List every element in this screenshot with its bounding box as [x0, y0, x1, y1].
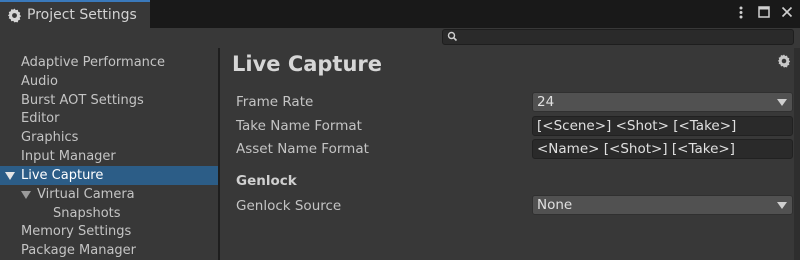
- sidebar-item-label: Adaptive Performance: [21, 55, 166, 70]
- sidebar-item-label: Virtual Camera: [37, 187, 135, 202]
- sidebar-item-burst-aot-settings[interactable]: Burst AOT Settings: [0, 91, 218, 110]
- sidebar-item-label: Input Manager: [21, 149, 116, 164]
- sidebar-item-adaptive-performance[interactable]: Adaptive Performance: [0, 53, 218, 72]
- asset-name-format-value: <Name> [<Shot>] [<Take>]: [537, 141, 735, 157]
- sidebar-item-snapshots[interactable]: Snapshots: [0, 204, 218, 223]
- frame-rate-dropdown[interactable]: 24: [532, 92, 793, 112]
- settings-panel: Live Capture Frame Rate 24 Take Name For…: [220, 48, 800, 260]
- maximize-icon[interactable]: [757, 5, 771, 19]
- settings-gear-icon[interactable]: [777, 54, 791, 68]
- frame-rate-label: Frame Rate: [236, 94, 314, 110]
- toolbar: [0, 28, 800, 48]
- search-icon: [447, 31, 458, 42]
- sidebar-item-label: Editor: [21, 111, 60, 126]
- sidebar-item-editor[interactable]: Editor: [0, 109, 218, 128]
- tab-project-settings[interactable]: Project Settings: [0, 0, 150, 28]
- tab-title: Project Settings: [27, 7, 137, 23]
- page-title: Live Capture: [232, 52, 383, 76]
- scrollbar[interactable]: [794, 48, 800, 260]
- title-bar: Project Settings: [0, 0, 800, 28]
- take-name-format-label: Take Name Format: [236, 118, 362, 134]
- sidebar-item-virtual-camera[interactable]: Virtual Camera: [0, 185, 218, 204]
- sidebar-item-graphics[interactable]: Graphics: [0, 128, 218, 147]
- sidebar-item-input-manager[interactable]: Input Manager: [0, 147, 218, 166]
- asset-name-format-field[interactable]: <Name> [<Shot>] [<Take>]: [532, 139, 793, 159]
- chevron-down-icon: [777, 202, 787, 209]
- take-name-format-field[interactable]: [<Scene>] <Shot> [<Take>]: [532, 116, 793, 136]
- expand-triangle-icon[interactable]: [21, 191, 31, 199]
- sidebar-item-live-capture[interactable]: Live Capture: [0, 166, 218, 185]
- search-input[interactable]: [442, 29, 794, 45]
- close-icon[interactable]: [780, 5, 794, 19]
- expand-triangle-icon[interactable]: [5, 172, 15, 180]
- sidebar-item-label: Live Capture: [21, 168, 104, 183]
- frame-rate-value: 24: [537, 94, 555, 110]
- sidebar-item-memory-settings[interactable]: Memory Settings: [0, 222, 218, 241]
- asset-name-format-label: Asset Name Format: [236, 141, 369, 157]
- sidebar-item-label: Snapshots: [53, 206, 121, 221]
- sidebar-item-label: Memory Settings: [21, 224, 132, 239]
- sidebar-item-label: Audio: [21, 74, 58, 89]
- genlock-source-dropdown[interactable]: None: [532, 195, 793, 215]
- genlock-source-label: Genlock Source: [236, 198, 342, 214]
- sidebar-item-label: Package Manager: [21, 243, 137, 258]
- chevron-down-icon: [777, 99, 787, 106]
- genlock-section-header: Genlock: [236, 173, 297, 189]
- sidebar: Adaptive Performance Audio Burst AOT Set…: [0, 48, 218, 260]
- sidebar-item-package-manager[interactable]: Package Manager: [0, 241, 218, 260]
- sidebar-item-audio[interactable]: Audio: [0, 72, 218, 91]
- sidebar-item-label: Burst AOT Settings: [21, 93, 144, 108]
- take-name-format-value: [<Scene>] <Shot> [<Take>]: [537, 118, 737, 134]
- sidebar-item-label: Graphics: [21, 130, 79, 145]
- genlock-source-value: None: [537, 197, 573, 213]
- gear-icon: [7, 7, 22, 23]
- kebab-menu-icon[interactable]: [734, 5, 748, 19]
